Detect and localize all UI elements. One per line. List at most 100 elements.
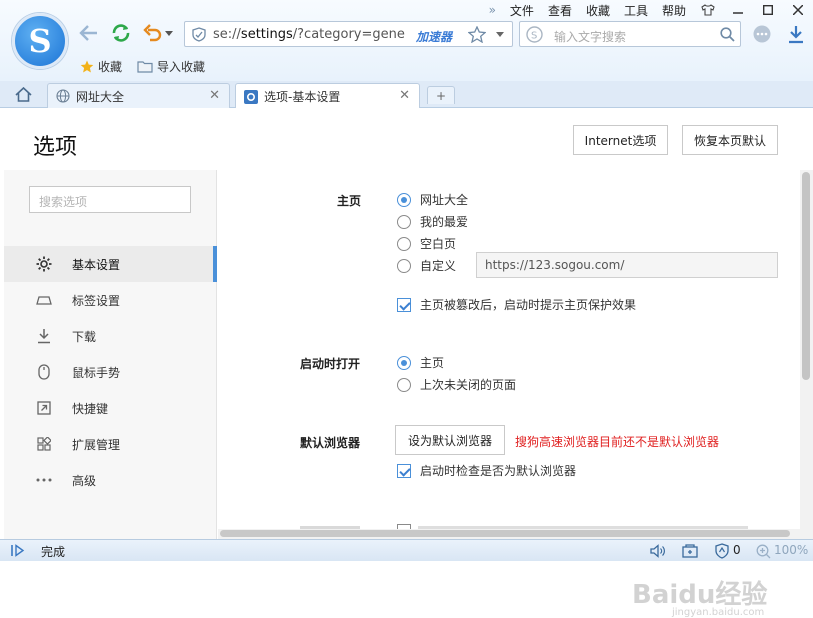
skin-button[interactable] [693,0,723,20]
zoom-icon[interactable] [756,544,771,559]
checkbox-label: 启动时检查是否为默认浏览器 [420,464,577,478]
refresh-button[interactable] [110,22,132,44]
download-icon [38,329,50,344]
address-bar[interactable]: se://settings/?category=gene 加速器 [184,21,513,47]
sidebar-item-label: 高级 [72,473,97,488]
menu-help[interactable]: 帮助 [655,2,693,19]
menu-expand-icon[interactable]: » [482,3,503,17]
import-favorites-button[interactable]: 导入收藏 [137,58,205,75]
settings-content: 主页 网址大全 我的最爱 空白页 自定义 https://123.sogou.c… [218,170,800,539]
radio-selected[interactable] [397,192,411,207]
checkbox-checked[interactable] [397,463,411,478]
homepage-option-custom[interactable]: 自定义 [397,257,456,274]
shirt-icon [701,4,715,16]
radio[interactable] [397,214,411,229]
undo-close-button[interactable] [142,22,164,44]
menu-tools[interactable]: 工具 [617,2,655,19]
radio-selected[interactable] [397,355,411,370]
homepage-option-directory[interactable]: 网址大全 [397,191,468,208]
mouse-icon [38,364,50,380]
adblock-count: 0 [733,543,741,557]
sidebar-item-shortcuts[interactable]: 快捷键 [4,390,217,426]
option-label: 我的最爱 [420,215,469,229]
radio[interactable] [397,236,411,251]
search-box[interactable]: S 输入文字搜索 [519,21,741,47]
tab-label: 网址大全 [76,89,125,104]
sidebar-toggle-icon[interactable] [11,544,25,557]
accelerator-label[interactable]: 加速器 [416,28,452,45]
radio[interactable] [397,258,411,273]
homepage-protect-checkbox[interactable]: 主页被篡改后，启动时提示主页保护效果 [397,296,636,313]
favorites-bar: 收藏 导入收藏 [0,53,813,79]
close-window-button[interactable] [783,0,813,20]
undo-dropdown[interactable] [163,22,175,44]
favorites-button[interactable]: 收藏 [80,58,122,75]
sidebar-item-mouse-gestures[interactable]: 鼠标手势 [4,354,217,390]
search-input[interactable]: 输入文字搜索 [554,28,626,45]
adblock-shield-icon[interactable] [715,543,729,559]
plus-icon: + [436,88,447,103]
browser-chrome: S se://settings/?category=gene 加速器 S 输入文… [0,0,813,81]
maximize-button[interactable] [753,0,783,20]
sidebar-item-basic[interactable]: 基本设置 [4,246,217,282]
minimize-icon [733,12,743,14]
menu-bar: » 文件 查看 收藏 工具 帮助 [482,0,813,20]
scrollbar-thumb[interactable] [802,172,810,380]
star-icon[interactable] [468,26,486,43]
sidebar-item-extensions[interactable]: 扩展管理 [4,426,217,462]
sidebar-item-label: 下载 [72,329,97,344]
sidebar-item-download[interactable]: 下载 [4,318,217,354]
favorites-label: 收藏 [98,60,123,74]
homepage-option-my-favorites[interactable]: 我的最爱 [397,213,468,230]
homepage-section-label: 主页 [337,194,362,208]
search-icon[interactable] [720,27,735,42]
menu-file[interactable]: 文件 [503,2,541,19]
internet-options-button[interactable]: Internet选项 [573,125,668,155]
homepage-option-blank[interactable]: 空白页 [397,235,456,252]
screenshot-icon[interactable] [682,544,698,558]
check-default-browser-checkbox[interactable]: 启动时检查是否为默认浏览器 [397,462,576,479]
chevron-down-icon [165,30,173,36]
menu-view[interactable]: 查看 [541,2,579,19]
tab-close-icon[interactable]: ✕ [209,88,220,103]
watermark-text: Baidu经验 [632,580,768,610]
tab-site-directory[interactable]: 网址大全 ✕ [47,83,230,108]
zoom-level[interactable]: 100% [774,543,808,557]
maximize-icon [763,5,773,15]
url-suffix: /?category=gene [292,27,405,42]
startup-option-homepage[interactable]: 主页 [397,354,444,371]
scrollbar-thumb[interactable] [220,530,790,537]
default-browser-warning: 搜狗高速浏览器目前还不是默认浏览器 [515,435,720,449]
checkbox-checked[interactable] [397,297,411,312]
tab-settings[interactable]: 选项-基本设置 ✕ [235,83,420,109]
tab-close-icon[interactable]: ✕ [399,88,410,103]
horizontal-scrollbar[interactable] [218,529,800,539]
back-button[interactable] [78,22,100,44]
vertical-scrollbar[interactable] [800,170,813,539]
shield-icon [192,27,206,42]
sidebar-item-advanced[interactable]: 高级 [4,462,217,498]
sidebar-item-label: 鼠标手势 [72,365,121,380]
url-prefix: se:// [213,27,241,42]
folder-icon [137,61,153,73]
volume-icon[interactable] [650,544,666,558]
download-icon[interactable] [786,24,806,44]
search-engine-icon[interactable]: S [526,26,543,43]
page-title: 选项 [33,135,78,160]
chat-icon[interactable] [752,24,772,44]
minimize-button[interactable] [723,0,753,20]
sidebar-item-tabs[interactable]: 标签设置 [4,282,217,318]
url-main: settings [240,27,293,42]
new-tab-button[interactable]: + [427,86,455,104]
menu-favorites[interactable]: 收藏 [579,2,617,19]
settings-search-input[interactable]: 搜索选项 [29,186,191,213]
chevron-down-icon[interactable] [496,32,504,37]
set-default-browser-button[interactable]: 设为默认浏览器 [395,425,505,455]
url-text[interactable]: se://settings/?category=gene [213,27,405,42]
radio[interactable] [397,377,411,392]
home-icon[interactable] [15,87,32,102]
startup-option-restore-session[interactable]: 上次未关闭的页面 [397,376,516,393]
restore-defaults-button[interactable]: 恢复本页默认 [682,125,778,155]
option-label: 自定义 [420,259,457,273]
custom-homepage-url-input[interactable]: https://123.sogou.com/ [476,252,778,278]
